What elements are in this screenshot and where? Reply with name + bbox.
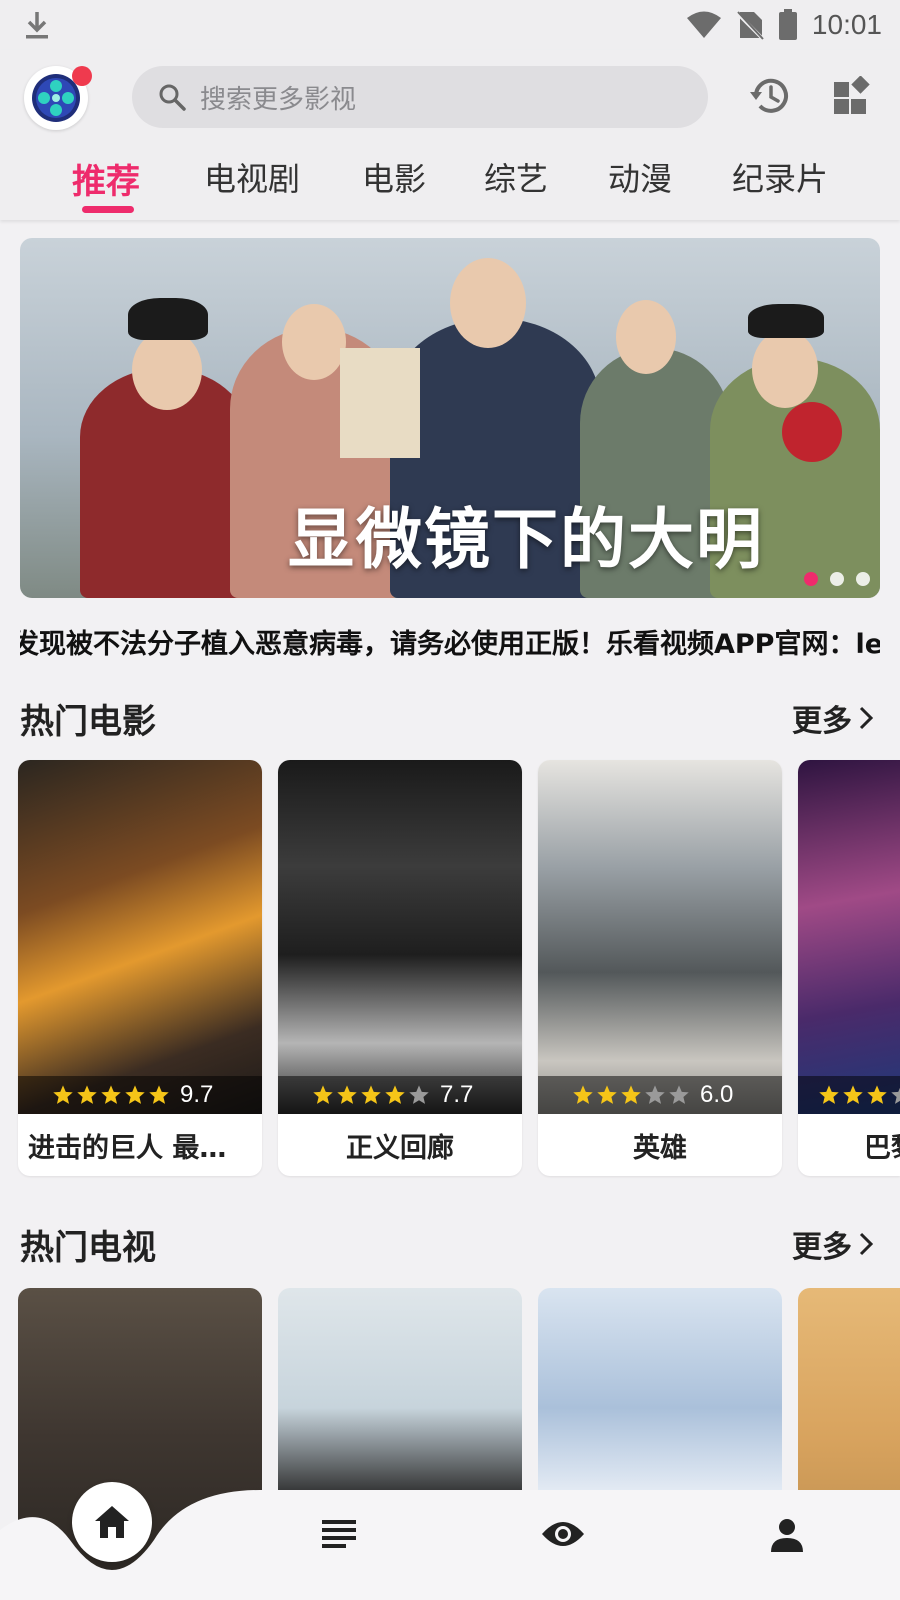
movie-card[interactable]: 9.7 进击的巨人 最… — [18, 760, 262, 1176]
star-icon — [891, 1087, 900, 1104]
nav-home[interactable] — [72, 1482, 152, 1562]
star-icon — [385, 1085, 405, 1104]
rating-bar — [798, 1076, 900, 1114]
star-rating — [52, 1084, 170, 1106]
banner-figure — [132, 330, 202, 410]
rating-score: 6.0 — [700, 1081, 734, 1108]
apps-grid-icon[interactable] — [832, 76, 872, 116]
wifi-icon — [686, 11, 721, 38]
star-icon — [313, 1085, 333, 1104]
star-icon — [819, 1085, 839, 1104]
star-icon — [621, 1085, 641, 1104]
battery-icon — [778, 9, 797, 40]
notice-marquee: 发现被不法分子植入恶意病毒，请务必使用正版！乐看视频APP官网：le — [20, 622, 880, 662]
banner-figure — [748, 304, 824, 338]
eye-icon[interactable] — [540, 1518, 586, 1550]
section-title-movies: 热门电影 — [20, 702, 156, 742]
banner-figure — [752, 330, 818, 408]
search-bar[interactable]: 搜索更多影视 — [132, 66, 708, 128]
tab-recommend[interactable]: 推荐 — [72, 154, 140, 203]
carousel-dot[interactable] — [830, 572, 844, 586]
tab-tv-series[interactable]: 电视剧 — [204, 154, 300, 200]
top-header: 搜索更多影视 推荐 电视剧 电影 综艺 动漫 纪录片 — [0, 50, 900, 220]
more-tv-link[interactable]: 更多 — [792, 1222, 874, 1266]
star-icon — [867, 1085, 887, 1104]
hero-banner[interactable]: 显微镜下的大明 — [20, 238, 880, 598]
star-icon — [337, 1085, 357, 1104]
banner-prop — [782, 402, 842, 462]
movie-card[interactable]: 7.7 正义回廊 — [278, 760, 522, 1176]
history-icon[interactable] — [748, 74, 792, 118]
star-icon — [77, 1085, 97, 1104]
movie-poster — [18, 760, 262, 1114]
carousel-indicator — [804, 572, 870, 586]
banner-scroll — [340, 348, 420, 458]
carousel-dot[interactable] — [856, 572, 870, 586]
chevron-right-icon — [859, 1232, 874, 1256]
status-bar: 10:01 — [0, 0, 900, 50]
star-icon — [149, 1085, 169, 1104]
banner-figure — [128, 298, 208, 340]
tab-variety[interactable]: 综艺 — [484, 154, 548, 200]
movie-poster — [278, 760, 522, 1114]
category-tabs: 推荐 电视剧 电影 综艺 动漫 纪录片 — [0, 154, 900, 214]
chevron-right-icon — [859, 706, 874, 730]
movie-poster — [538, 760, 782, 1114]
star-rating — [818, 1084, 900, 1106]
star-icon — [645, 1085, 665, 1104]
star-icon — [53, 1085, 73, 1104]
star-icon — [597, 1085, 617, 1104]
profile-icon[interactable] — [770, 1518, 804, 1552]
rating-score: 9.7 — [180, 1081, 214, 1108]
rating-bar: 6.0 — [538, 1076, 782, 1114]
star-icon — [573, 1085, 593, 1104]
carousel-dot[interactable] — [804, 572, 818, 586]
banner-figure — [282, 304, 346, 380]
banner-title: 显微镜下的大明 — [288, 500, 764, 578]
notification-dot — [72, 66, 92, 86]
star-rating — [312, 1084, 430, 1106]
movie-title: 巴黎 — [864, 1132, 900, 1164]
star-icon — [125, 1085, 145, 1104]
notice-text: 发现被不法分子植入恶意病毒，请务必使用正版！乐看视频APP官网：le — [20, 629, 880, 660]
movie-card[interactable]: 巴黎 — [798, 760, 900, 1176]
no-signal-icon — [736, 11, 764, 40]
more-label: 更多 — [792, 1230, 852, 1265]
movie-title: 进击的巨人 最… — [28, 1132, 227, 1164]
star-icon — [669, 1085, 689, 1104]
star-rating — [572, 1084, 690, 1106]
search-placeholder: 搜索更多影视 — [200, 84, 357, 115]
clock: 10:01 — [811, 9, 882, 40]
tab-movies[interactable]: 电影 — [362, 154, 426, 200]
more-label: 更多 — [792, 704, 852, 739]
search-icon — [159, 84, 186, 111]
star-icon — [361, 1085, 381, 1104]
star-icon — [409, 1085, 429, 1104]
home-icon — [95, 1506, 129, 1538]
tab-anime[interactable]: 动漫 — [608, 154, 672, 200]
rating-score: 7.7 — [440, 1081, 474, 1108]
movie-title: 英雄 — [633, 1132, 687, 1164]
list-icon[interactable] — [322, 1518, 356, 1550]
star-icon — [101, 1085, 121, 1104]
more-movies-link[interactable]: 更多 — [792, 696, 874, 740]
movie-title: 正义回廊 — [346, 1132, 454, 1164]
banner-figure — [616, 300, 676, 374]
active-tab-indicator — [82, 206, 134, 213]
movie-card[interactable]: 6.0 英雄 — [538, 760, 782, 1176]
movie-poster — [798, 760, 900, 1114]
tab-documentary[interactable]: 纪录片 — [732, 154, 828, 200]
star-icon — [843, 1085, 863, 1104]
rating-bar: 7.7 — [278, 1076, 522, 1114]
download-icon — [26, 12, 48, 39]
rating-bar: 9.7 — [18, 1076, 262, 1114]
banner-figure — [450, 258, 526, 348]
section-title-tv: 热门电视 — [20, 1228, 156, 1268]
